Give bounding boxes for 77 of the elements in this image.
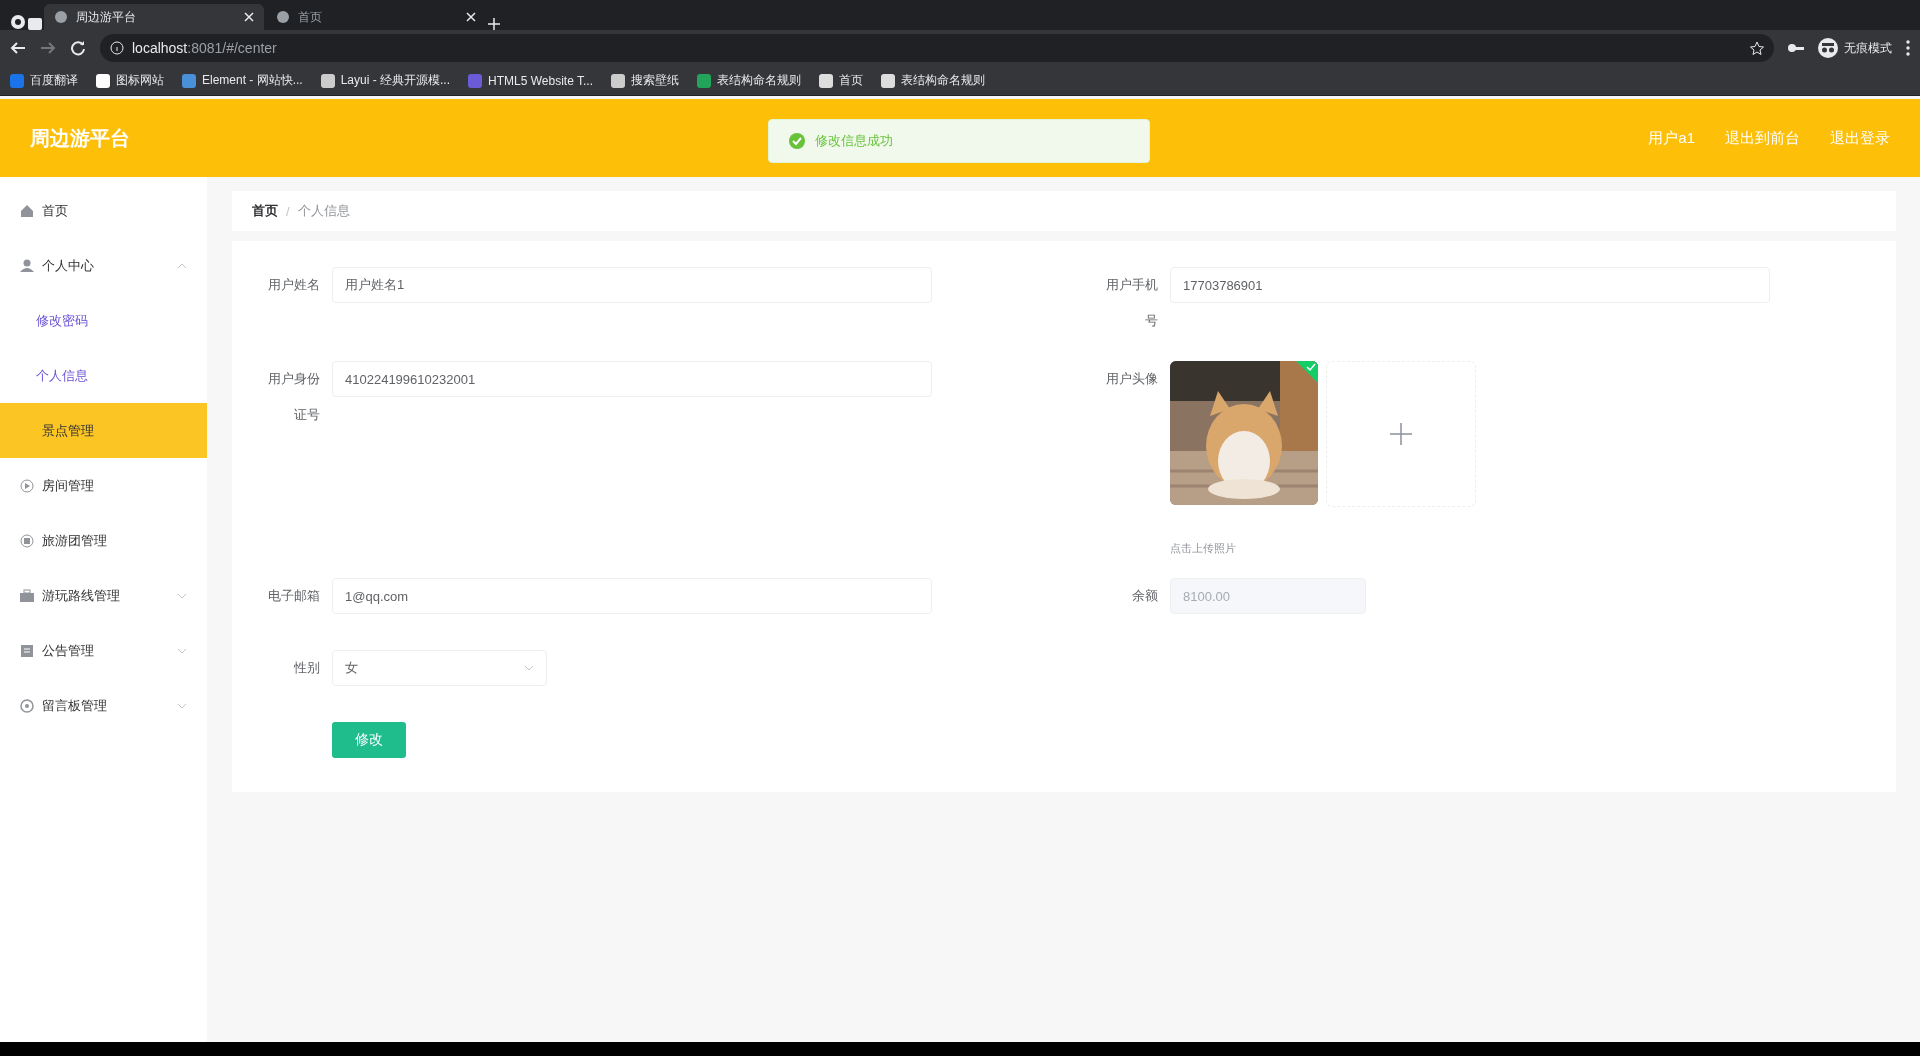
menu-item[interactable]: 游玩路线管理 — [0, 568, 207, 623]
menu-item[interactable]: 首页 — [0, 183, 207, 238]
plus-icon — [1390, 423, 1412, 445]
window-icon — [28, 18, 42, 30]
browser-logo-icon — [10, 14, 26, 30]
field-label: 余额 — [1131, 587, 1158, 605]
profile-button[interactable]: 无痕模式 — [1818, 38, 1892, 58]
input-field[interactable]: 17703786901 — [1170, 267, 1770, 303]
bookmark-favicon-icon — [320, 73, 335, 88]
bookmark[interactable]: Element - 网站快... — [182, 72, 303, 89]
field-label: 用户姓名 — [267, 276, 320, 294]
close-icon[interactable] — [244, 12, 254, 22]
bookmark-favicon-icon — [96, 73, 110, 88]
select-field[interactable]: 女 — [332, 650, 547, 686]
menu-item-icon — [20, 588, 34, 603]
browser-tab[interactable]: 首页 — [266, 4, 486, 30]
submenu-item[interactable]: 修改密码 — [0, 293, 207, 348]
submenu-item[interactable]: 个人信息 — [0, 348, 207, 403]
breadcrumb-separator: / — [286, 203, 290, 219]
forward-icon[interactable] — [40, 40, 56, 56]
menu-icon[interactable] — [1906, 40, 1910, 56]
input-field: 8100.00 — [1170, 578, 1366, 614]
menu-item-icon — [20, 698, 34, 713]
menu-item[interactable]: 个人中心 — [0, 238, 207, 293]
success-icon — [789, 133, 805, 149]
menu-item-icon — [20, 643, 34, 658]
bookmark[interactable]: 首页 — [819, 72, 863, 89]
info-icon — [110, 41, 124, 55]
menu-item-icon — [20, 203, 34, 218]
url-text: localhost:8081/#/center — [132, 40, 277, 56]
menu-item[interactable]: 留言板管理 — [0, 678, 207, 733]
menu-item[interactable]: 公告管理 — [0, 623, 207, 678]
bookmark[interactable]: 图标网站 — [96, 72, 164, 89]
bookmark-favicon-icon — [10, 73, 24, 88]
toast-message: 修改信息成功 — [815, 132, 893, 150]
field-label: 用户手机号 — [1105, 276, 1158, 330]
input-field[interactable]: 1@qq.com — [332, 578, 932, 614]
menu-item[interactable]: 房间管理 — [0, 458, 207, 513]
browser-tab[interactable]: 周边游平台 — [44, 4, 264, 30]
field-label: 用户身份证号 — [267, 370, 320, 424]
new-tab-icon[interactable] — [488, 18, 500, 30]
bookmark[interactable]: HTML5 Website T... — [468, 73, 593, 88]
bookmark-favicon-icon — [819, 73, 833, 88]
bookmark[interactable]: Layui - 经典开源模... — [320, 72, 451, 89]
bookmark-favicon-icon — [182, 73, 196, 88]
menu-item-icon — [20, 478, 34, 493]
star-icon[interactable] — [1750, 41, 1764, 55]
field-label: 用户头像 — [1105, 370, 1158, 388]
bookmark[interactable]: 搜索壁纸 — [611, 72, 679, 89]
key-icon[interactable] — [1788, 43, 1804, 53]
menu-item-icon — [20, 533, 34, 548]
globe-icon — [276, 10, 290, 24]
field-label: 性别 — [293, 659, 320, 677]
menu-item[interactable]: 旅游团管理 — [0, 513, 207, 568]
bookmark[interactable]: 百度翻译 — [10, 72, 78, 89]
input-field[interactable]: 410224199610232001 — [332, 361, 932, 397]
globe-icon — [54, 10, 68, 24]
bookmark[interactable]: 表结构命名规则 — [697, 72, 801, 89]
bookmark-favicon-icon — [697, 73, 711, 88]
menu-item-icon — [20, 258, 34, 273]
reload-icon[interactable] — [70, 40, 86, 56]
address-bar[interactable]: localhost:8081/#/center — [100, 34, 1774, 62]
chevron-icon — [524, 665, 534, 671]
breadcrumb-item: 个人信息 — [297, 202, 350, 220]
input-field[interactable]: 用户姓名1 — [332, 267, 932, 303]
breadcrumb-item[interactable]: 首页 — [252, 202, 278, 220]
back-icon[interactable] — [10, 40, 26, 56]
upload-hint: 点击上传照片 — [1170, 541, 1237, 556]
menu-item[interactable]: 景点管理 — [0, 403, 207, 458]
bookmark-favicon-icon — [468, 73, 483, 88]
incognito-icon — [1818, 38, 1838, 58]
close-icon[interactable] — [466, 12, 476, 22]
bookmark-favicon-icon — [611, 73, 625, 88]
bookmark[interactable]: 表结构命名规则 — [881, 72, 985, 89]
field-label: 电子邮箱 — [267, 587, 320, 605]
app-title: 周边游平台 — [30, 125, 130, 151]
bookmark-favicon-icon — [881, 73, 895, 88]
